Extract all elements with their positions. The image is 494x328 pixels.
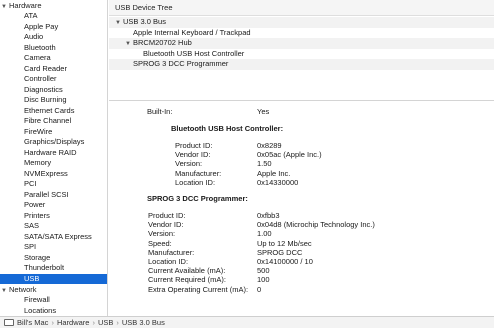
section-heading-sprog: SPROG 3 DCC Programmer:	[147, 194, 248, 203]
sidebar-section-label: Hardware	[9, 1, 42, 10]
sidebar-item-hardware-raid[interactable]: Hardware RAID	[0, 148, 107, 159]
chevron-right-icon: ›	[116, 318, 119, 327]
sidebar-item-ata[interactable]: ATA	[0, 11, 107, 22]
detail-value: 0	[257, 284, 262, 294]
tree-row-label: SPROG 3 DCC Programmer	[133, 59, 229, 68]
sidebar-item-disc-burning[interactable]: Disc Burning	[0, 95, 107, 106]
sidebar-item-storage[interactable]: Storage	[0, 253, 107, 264]
sidebar-item-graphics-displays[interactable]: Graphics/Displays	[0, 137, 107, 148]
tree-row[interactable]: ▼ BRCM20702 Hub	[109, 38, 494, 49]
sidebar-item-audio[interactable]: Audio	[0, 32, 107, 43]
sidebar-item-locations[interactable]: Locations	[0, 306, 107, 317]
tree-row-label: USB 3.0 Bus	[123, 17, 166, 26]
sidebar-item-diagnostics[interactable]: Diagnostics	[0, 85, 107, 96]
detail-key: Location ID:	[175, 177, 216, 187]
computer-icon	[4, 319, 14, 326]
sidebar-item-thunderbolt[interactable]: Thunderbolt	[0, 263, 107, 274]
tree-row[interactable]: SPROG 3 DCC Programmer	[109, 59, 494, 70]
sidebar-item-ethernet-cards[interactable]: Ethernet Cards	[0, 106, 107, 117]
tree-row-label: Bluetooth USB Host Controller	[143, 48, 245, 58]
sidebar-item-printers[interactable]: Printers	[0, 211, 107, 222]
detail-value: 0x04d8 (Microchip Technology Inc.)	[257, 220, 375, 230]
path-bar: Bill's Mac › Hardware › USB › USB 3.0 Bus	[0, 316, 494, 328]
path-item[interactable]: USB 3.0 Bus	[122, 318, 165, 327]
sidebar-item-bluetooth[interactable]: Bluetooth	[0, 43, 107, 54]
disclosure-down-icon[interactable]: ▼	[115, 18, 123, 29]
path-item[interactable]: Bill's Mac	[17, 318, 48, 327]
sidebar-item-power[interactable]: Power	[0, 200, 107, 211]
sidebar-item-apple-pay[interactable]: Apple Pay	[0, 22, 107, 33]
sidebar-item-spi[interactable]: SPI	[0, 242, 107, 253]
sidebar-item-fibre-channel[interactable]: Fibre Channel	[0, 116, 107, 127]
tree-row[interactable]: Apple Internal Keyboard / Trackpad	[109, 28, 494, 39]
detail-key: Extra Operating Current (mA):	[148, 284, 249, 294]
sidebar-item-sata-sata-express[interactable]: SATA/SATA Express	[0, 232, 107, 243]
sidebar-item-sas[interactable]: SAS	[0, 221, 107, 232]
usb-device-tree[interactable]: ▼ USB 3.0 Bus Apple Internal Keyboard / Tr…	[109, 16, 494, 101]
tree-row-label: Apple Internal Keyboard / Trackpad	[133, 27, 251, 37]
tree-row[interactable]: ▼ USB 3.0 Bus	[109, 17, 494, 28]
disclosure-down-icon[interactable]: ▼	[1, 286, 9, 297]
detail-value: 0x14330000	[257, 177, 299, 187]
detail-key: Built-In:	[147, 107, 173, 116]
section-heading-bluetooth: Bluetooth USB Host Controller:	[171, 124, 284, 133]
disclosure-down-icon[interactable]: ▼	[125, 39, 133, 50]
sidebar-item-firewire[interactable]: FireWire	[0, 127, 107, 138]
detail-value: Yes	[257, 107, 270, 116]
sidebar-item-pci[interactable]: PCI	[0, 179, 107, 190]
sidebar-item-usb[interactable]: USB	[0, 273, 107, 284]
sidebar-item-camera[interactable]: Camera	[0, 53, 107, 64]
sidebar-section-network[interactable]: ▼ Network	[0, 284, 107, 295]
tree-row-label: BRCM20702 Hub	[133, 38, 192, 47]
sidebar-item-controller[interactable]: Controller	[0, 74, 107, 85]
tree-row[interactable]: Bluetooth USB Host Controller	[109, 49, 494, 60]
sidebar-item-nvmexpress[interactable]: NVMExpress	[0, 169, 107, 180]
sidebar-section-label: Network	[9, 285, 37, 294]
sidebar[interactable]: ▼ Hardware ATA Apple Pay Audio Bluetooth Came…	[0, 0, 108, 316]
tree-header: USB Device Tree	[109, 0, 494, 16]
detail-pane: Built-In: Yes Bluetooth USB Host Control…	[109, 103, 494, 316]
path-item[interactable]: Hardware	[57, 318, 90, 327]
main-pane: USB Device Tree ▼ USB 3.0 Bus Apple Intern…	[109, 0, 494, 316]
sidebar-item-memory[interactable]: Memory	[0, 158, 107, 169]
disclosure-down-icon[interactable]: ▼	[1, 2, 9, 13]
sidebar-section-hardware[interactable]: ▼ Hardware	[0, 0, 107, 11]
sidebar-item-parallel-scsi[interactable]: Parallel SCSI	[0, 190, 107, 201]
path-item[interactable]: USB	[98, 318, 113, 327]
chevron-right-icon: ›	[92, 318, 95, 327]
sidebar-item-firewall[interactable]: Firewall	[0, 295, 107, 306]
sidebar-item-card-reader[interactable]: Card Reader	[0, 64, 107, 75]
chevron-right-icon: ›	[51, 318, 54, 327]
